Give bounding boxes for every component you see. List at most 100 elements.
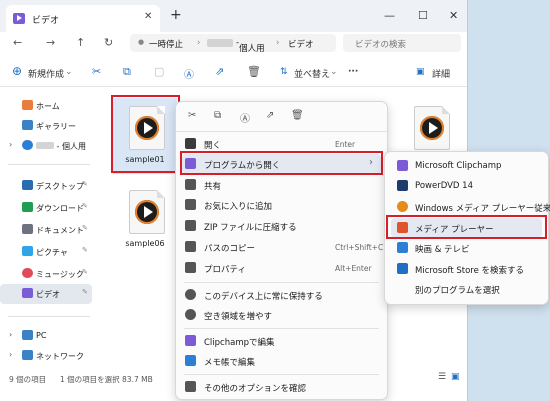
breadcrumb-pause[interactable]: 一時停止 bbox=[149, 38, 183, 50]
pin-icon: ✎ bbox=[82, 180, 88, 188]
new-tab-button[interactable]: + bbox=[170, 8, 182, 22]
close-tab-icon[interactable]: ✕ bbox=[144, 11, 152, 22]
menu-item-label: Microsoft Clipchamp bbox=[415, 161, 502, 171]
desktop-icon bbox=[22, 180, 33, 190]
submenu-item-movies-tv[interactable]: 映画 & テレビ bbox=[391, 238, 542, 258]
copy-icon[interactable]: ⧉ bbox=[214, 110, 221, 121]
details-view-icon[interactable]: ☰ bbox=[438, 372, 446, 382]
menu-item-open[interactable]: 開く Enter bbox=[182, 134, 381, 154]
menu-item-free-space[interactable]: 空き領域を増やす bbox=[182, 305, 381, 325]
cloud-icon bbox=[185, 309, 196, 320]
menu-item-label: 別のプログラムを選択 bbox=[415, 286, 500, 296]
powerdvd-icon bbox=[397, 180, 408, 191]
search-placeholder: ビデオの検索 bbox=[355, 40, 407, 50]
rename-icon[interactable]: Ⓐ bbox=[184, 66, 194, 81]
chevron-down-icon[interactable]: ⌄ bbox=[65, 67, 73, 77]
refresh-button[interactable]: ↻ bbox=[104, 36, 113, 49]
breadcrumb-videos[interactable]: ビデオ bbox=[288, 38, 314, 50]
copy-icon[interactable]: ⧉ bbox=[123, 65, 131, 79]
music-icon bbox=[22, 268, 33, 278]
sidebar-item-onedrive[interactable]: › - 個人用 bbox=[0, 136, 92, 156]
menu-item-label: 共有 bbox=[204, 182, 222, 192]
redacted-name bbox=[207, 39, 233, 47]
menu-item-edit-notepad[interactable]: メモ帳で編集 bbox=[182, 351, 381, 371]
videos-folder-icon bbox=[13, 13, 25, 24]
cut-icon[interactable]: ✂ bbox=[92, 65, 101, 78]
chevron-right-icon[interactable]: › bbox=[9, 350, 12, 359]
sidebar-item-desktop[interactable]: デスクトップ ✎ bbox=[0, 176, 92, 196]
sidebar-item-home[interactable]: ホーム bbox=[0, 96, 92, 116]
submenu-item-powerdvd[interactable]: PowerDVD 14 bbox=[391, 176, 542, 196]
sort-icon: ⇅ bbox=[280, 67, 288, 77]
sidebar-item-label: ビデオ bbox=[36, 290, 60, 299]
breadcrumb-user[interactable]: - 個人用 bbox=[236, 38, 265, 54]
sidebar-item-videos[interactable]: ビデオ ✎ bbox=[0, 284, 92, 304]
rename-icon[interactable]: Ⓐ bbox=[240, 110, 250, 125]
chevron-down-icon[interactable]: ⌄ bbox=[330, 67, 338, 77]
menu-item-properties[interactable]: プロパティ Alt+Enter bbox=[182, 258, 381, 278]
menu-item-add-favorite[interactable]: お気に入りに追加 bbox=[182, 195, 381, 215]
address-bar[interactable]: ● 一時停止 › - 個人用 › ビデオ bbox=[130, 34, 336, 54]
home-icon bbox=[22, 100, 33, 110]
open-with-submenu: Microsoft Clipchamp PowerDVD 14 Windows … bbox=[384, 151, 550, 305]
chevron-right-icon[interactable]: › bbox=[9, 140, 12, 149]
clipchamp-icon bbox=[397, 160, 408, 171]
sidebar-item-label: PC bbox=[36, 331, 47, 340]
sidebar-item-pc[interactable]: › PC bbox=[0, 326, 92, 346]
submenu-item-store-search[interactable]: Microsoft Store を検索する bbox=[391, 259, 542, 279]
menu-item-more-options[interactable]: その他のオプションを確認 bbox=[182, 377, 381, 397]
sidebar-item-network[interactable]: › ネットワーク bbox=[0, 346, 92, 366]
share-icon[interactable]: ⇗ bbox=[266, 110, 274, 121]
copy-path-icon bbox=[185, 241, 196, 252]
sidebar-item-downloads[interactable]: ダウンロード ✎ bbox=[0, 198, 92, 218]
search-box[interactable]: ビデオの検索 bbox=[343, 34, 461, 52]
menu-item-edit-clipchamp[interactable]: Clipchampで編集 bbox=[182, 331, 381, 351]
context-menu: ✂ ⧉ Ⓐ ⇗ 🗑 開く Enter プログラムから開く › 共有 お気に入りに… bbox=[175, 101, 388, 400]
cut-icon[interactable]: ✂ bbox=[188, 110, 196, 121]
menu-item-label: 空き領域を増やす bbox=[204, 312, 273, 322]
forward-button[interactable]: → bbox=[46, 36, 55, 49]
submenu-item-choose-another[interactable]: 別のプログラムを選択 bbox=[391, 279, 542, 299]
sort-button[interactable]: 並べ替え bbox=[294, 67, 330, 80]
menu-item-compress-zip[interactable]: ZIP ファイルに圧縮する bbox=[182, 216, 381, 236]
star-icon bbox=[185, 199, 196, 210]
minimize-button[interactable]: — bbox=[384, 9, 395, 22]
tab-videos[interactable]: ビデオ ✕ bbox=[6, 5, 160, 32]
sidebar-item-label: ダウンロード bbox=[36, 204, 84, 213]
maximize-button[interactable]: ☐ bbox=[418, 9, 428, 22]
file-name: sample06 bbox=[125, 239, 165, 248]
submenu-item-wmp-legacy[interactable]: Windows メディア プレーヤー従来版 bbox=[391, 197, 550, 217]
up-button[interactable]: ↑ bbox=[76, 36, 85, 49]
menu-item-share[interactable]: 共有 bbox=[182, 175, 381, 195]
close-window-button[interactable]: ✕ bbox=[449, 9, 458, 22]
sidebar-item-music[interactable]: ミュージック ✎ bbox=[0, 264, 92, 284]
more-options-button[interactable]: ··· bbox=[348, 67, 358, 77]
new-button[interactable]: 新規作成 bbox=[28, 67, 64, 80]
file-item-sample01[interactable]: sample01 bbox=[113, 98, 177, 174]
sidebar-item-gallery[interactable]: ギャラリー bbox=[0, 116, 92, 136]
sidebar-item-label: ミュージック bbox=[36, 270, 84, 279]
submenu-item-clipchamp[interactable]: Microsoft Clipchamp bbox=[391, 156, 542, 176]
menu-item-always-keep[interactable]: このデバイス上に常に保持する bbox=[182, 285, 381, 305]
pin-icon: ✎ bbox=[82, 224, 88, 232]
chevron-right-icon[interactable]: › bbox=[9, 330, 12, 339]
back-button[interactable]: ← bbox=[13, 36, 22, 49]
cloud-check-icon bbox=[185, 289, 196, 300]
file-item-sample06[interactable]: sample06 bbox=[113, 182, 177, 258]
sidebar-item-pictures[interactable]: ピクチャ ✎ bbox=[0, 242, 92, 262]
large-icons-view-icon[interactable]: ▣ bbox=[451, 372, 460, 382]
more-options-icon bbox=[185, 381, 196, 392]
menu-item-label: メモ帳で編集 bbox=[204, 358, 256, 368]
videos-icon bbox=[22, 288, 33, 298]
share-icon[interactable]: ⇗ bbox=[215, 65, 224, 78]
submenu-item-media-player[interactable]: メディア プレーヤー bbox=[391, 218, 542, 238]
menu-item-open-with[interactable]: プログラムから開く › bbox=[182, 154, 381, 174]
delete-icon[interactable]: 🗑 bbox=[291, 110, 304, 121]
sidebar-item-documents[interactable]: ドキュメント ✎ bbox=[0, 220, 92, 240]
paste-icon[interactable]: ▢ bbox=[154, 65, 164, 78]
menu-item-copy-path[interactable]: パスのコピー Ctrl+Shift+C bbox=[182, 237, 383, 257]
menu-item-label: PowerDVD 14 bbox=[415, 181, 473, 191]
sync-paused-icon: ● bbox=[138, 38, 145, 46]
details-button[interactable]: 詳細 bbox=[432, 67, 450, 80]
delete-icon[interactable]: 🗑 bbox=[247, 65, 261, 78]
